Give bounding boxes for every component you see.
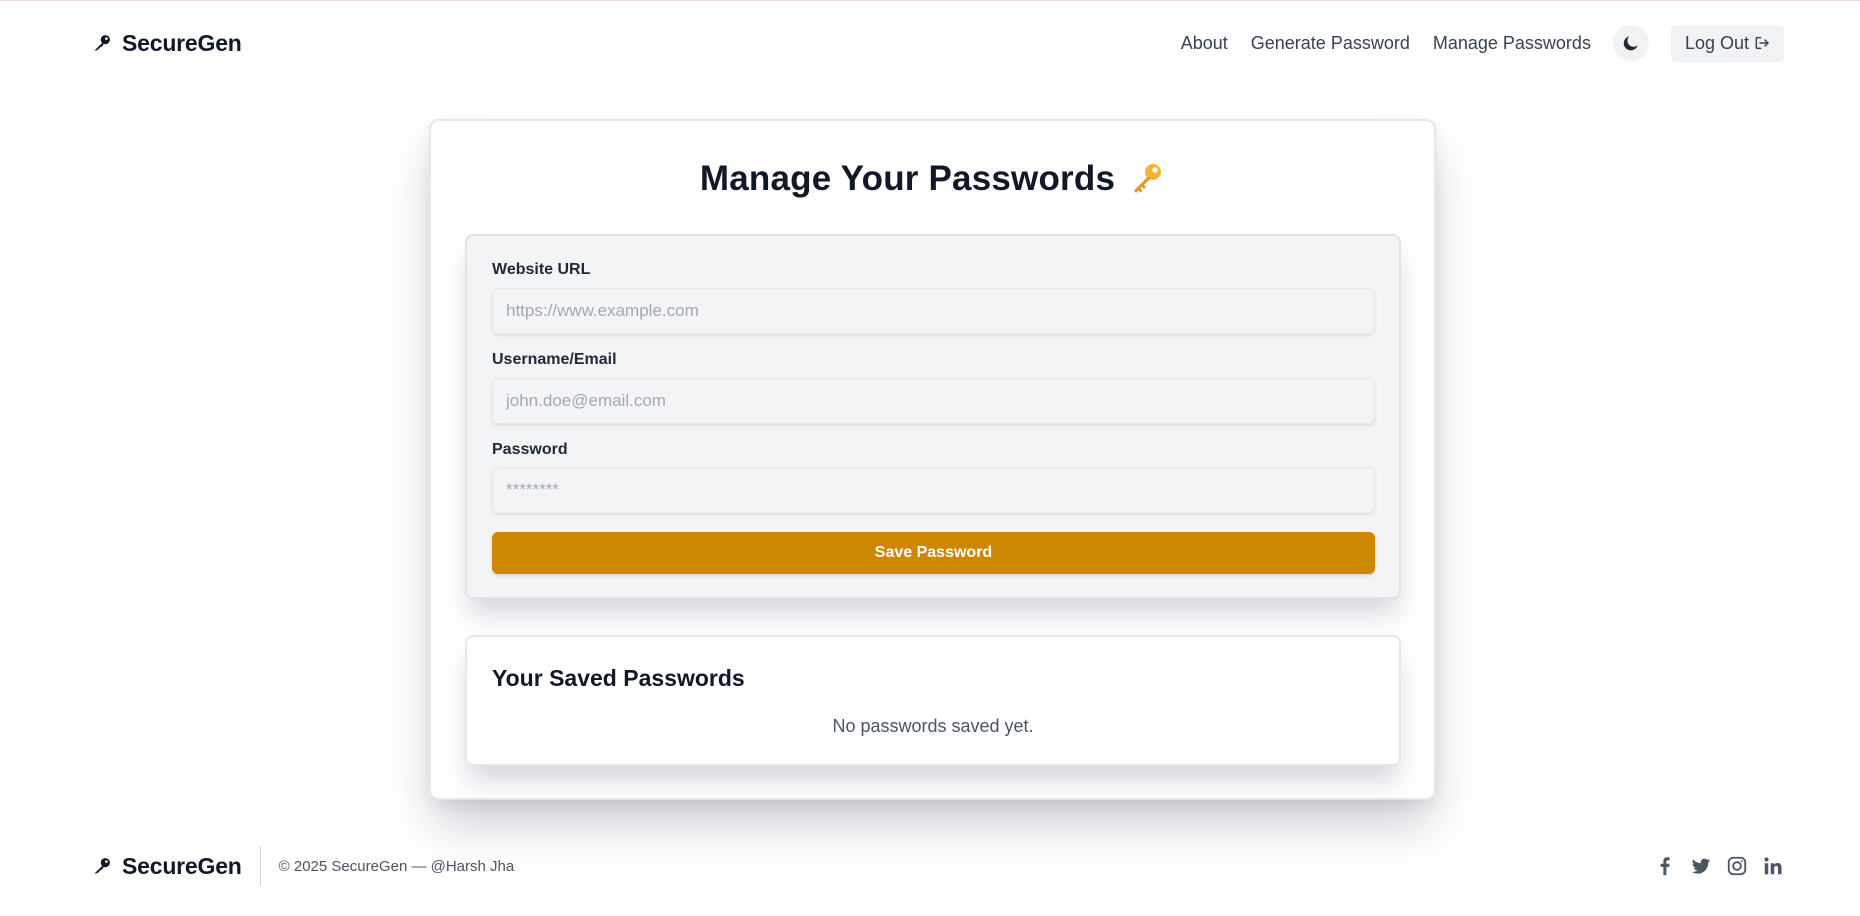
brand-name: SecureGen xyxy=(122,29,242,56)
brand-logo[interactable]: SecureGen xyxy=(92,30,242,57)
empty-state-text: No passwords saved yet. xyxy=(832,716,1034,736)
password-form: Website URL Username/Email Password Save… xyxy=(465,234,1401,599)
key-icon xyxy=(94,858,110,874)
facebook-icon xyxy=(1660,857,1670,876)
logout-button[interactable]: Log Out xyxy=(1670,24,1784,62)
footer-divider xyxy=(259,846,261,886)
website-url-input[interactable] xyxy=(492,288,1375,334)
page-title-text: Manage Your Passwords xyxy=(699,159,1116,198)
nav-link-about[interactable]: About xyxy=(1181,33,1228,54)
moon-icon xyxy=(1623,36,1638,51)
manage-passwords-card: Manage Your Passwords Website URL Userna… xyxy=(429,119,1436,800)
copyright-text: © 2025 SecureGen — @Harsh Jha xyxy=(278,857,515,875)
footer-brand-logo[interactable]: SecureGen xyxy=(92,853,242,880)
website-url-label: Website URL xyxy=(492,261,591,278)
footer: SecureGen © 2025 SecureGen — @Harsh Jha xyxy=(0,841,1860,891)
twitter-icon xyxy=(1691,858,1711,874)
password-input[interactable] xyxy=(492,467,1375,513)
nav-link-manage-passwords[interactable]: Manage Passwords xyxy=(1433,33,1591,54)
navbar: SecureGen About Generate Password Manage… xyxy=(0,1,1860,85)
logout-label: Log Out xyxy=(1684,32,1749,53)
username-email-input[interactable] xyxy=(492,378,1375,424)
linkedin-link[interactable] xyxy=(1762,855,1784,877)
instagram-icon xyxy=(1727,856,1747,876)
nav-menu: About Generate Password Manage Passwords… xyxy=(1181,24,1784,62)
instagram-link[interactable] xyxy=(1726,855,1748,877)
logout-icon xyxy=(1755,36,1769,50)
twitter-link[interactable] xyxy=(1690,855,1712,877)
theme-toggle-button[interactable] xyxy=(1612,25,1649,61)
linkedin-icon xyxy=(1764,857,1782,875)
footer-left: SecureGen © 2025 SecureGen — @Harsh Jha xyxy=(92,846,514,886)
facebook-link[interactable] xyxy=(1654,855,1676,877)
golden-key-icon xyxy=(1134,164,1162,193)
save-password-button[interactable]: Save Password xyxy=(492,532,1375,574)
key-icon xyxy=(94,35,110,51)
nav-link-generate-password[interactable]: Generate Password xyxy=(1251,33,1410,54)
page-title: Manage Your Passwords xyxy=(431,159,1434,199)
saved-passwords-panel: Your Saved Passwords No passwords saved … xyxy=(465,635,1401,766)
social-links xyxy=(1654,855,1784,877)
saved-passwords-title: Your Saved Passwords xyxy=(492,665,745,691)
password-label: Password xyxy=(492,441,568,458)
username-email-label: Username/Email xyxy=(492,351,617,368)
footer-brand-name: SecureGen xyxy=(122,852,242,879)
